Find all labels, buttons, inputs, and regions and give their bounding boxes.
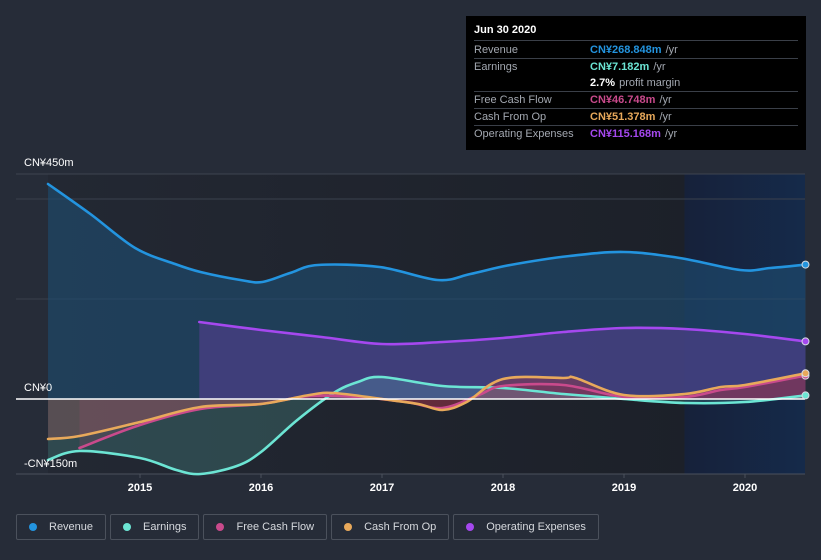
tooltip-row-value: CN¥268.848m	[590, 44, 662, 56]
tooltip-row: 2.7% profit margin	[474, 75, 798, 92]
tooltip-row-label: Operating Expenses	[474, 128, 574, 140]
legend-item-cash-from-op[interactable]: Cash From Op	[331, 514, 450, 540]
revenue-end-marker	[801, 260, 810, 269]
y-tick-label: -CN¥150m	[24, 458, 77, 470]
tooltip-row: Operating Expenses CN¥115.168m/yr	[474, 126, 798, 142]
x-tick-label: 2016	[249, 482, 273, 494]
legend-label: Operating Expenses	[486, 521, 586, 533]
x-tick-label: 2020	[733, 482, 757, 494]
legend-label: Free Cash Flow	[236, 521, 315, 533]
tooltip-row-value: CN¥46.748m	[590, 94, 656, 106]
legend: Revenue Earnings Free Cash Flow Cash From O…	[16, 514, 599, 540]
tooltip-row-value: 2.7%	[590, 77, 616, 89]
tooltip-row: Cash From Op CN¥51.378m/yr	[474, 109, 798, 126]
tooltip-row: Free Cash Flow CN¥46.748m/yr	[474, 92, 798, 109]
tooltip-row-unit: /yr	[659, 94, 672, 106]
x-tick-label: 2018	[491, 482, 515, 494]
legend-label: Cash From Op	[364, 521, 437, 533]
tooltip-row-value: CN¥7.182m	[590, 61, 650, 73]
legend-item-revenue[interactable]: Revenue	[16, 514, 107, 540]
tooltip-row-unit: /yr	[664, 128, 678, 140]
legend-item-earnings[interactable]: Earnings	[110, 514, 200, 540]
legend-item-free-cash-flow[interactable]: Free Cash Flow	[203, 514, 328, 540]
y-tick-label: CN¥0	[24, 382, 52, 394]
legend-dot-icon	[29, 523, 37, 531]
tooltip-row-label: Free Cash Flow	[474, 94, 552, 106]
x-tick-label: 2015	[128, 482, 152, 494]
operating-expenses-end-marker	[801, 337, 810, 346]
legend-dot-icon	[466, 523, 475, 531]
x-tick-label: 2017	[370, 482, 394, 494]
left-margin	[0, 174, 48, 474]
earnings-end-marker	[801, 391, 810, 400]
tooltip-rows: Revenue CN¥268.848m/yr Earnings CN¥7.182m/y…	[474, 42, 798, 142]
tooltip-row-value: CN¥115.168m	[590, 128, 661, 140]
tooltip-row-label: Earnings	[474, 61, 518, 73]
tooltip-row: Earnings CN¥7.182m/yr	[474, 59, 798, 75]
legend-label: Revenue	[49, 521, 94, 533]
legend-label: Earnings	[143, 521, 187, 533]
tooltip-row-label: Cash From Op	[474, 111, 547, 123]
tooltip: Jun 30 2020 Revenue CN¥268.848m/yr Earning…	[466, 16, 806, 150]
tooltip-row: Revenue CN¥268.848m/yr	[474, 42, 798, 59]
legend-dot-icon	[344, 523, 353, 531]
tooltip-row-unit: /yr	[653, 61, 666, 73]
tooltip-row-unit: /yr	[665, 44, 678, 56]
tooltip-row-label: Revenue	[474, 44, 519, 56]
tooltip-row-value: CN¥51.378m	[590, 111, 656, 123]
x-tick-label: 2019	[612, 482, 636, 494]
legend-dot-icon	[123, 523, 132, 531]
tooltip-row-unit: profit margin	[619, 77, 681, 89]
tooltip-row-unit: /yr	[659, 111, 672, 123]
legend-dot-icon	[216, 523, 225, 531]
tooltip-date: Jun 30 2020	[474, 22, 798, 41]
tooltip-row-label	[474, 75, 590, 91]
y-tick-label: CN¥450m	[24, 157, 74, 169]
cash-from-op-end-marker	[801, 369, 810, 378]
legend-item-operating-expenses[interactable]: Operating Expenses	[453, 514, 599, 540]
